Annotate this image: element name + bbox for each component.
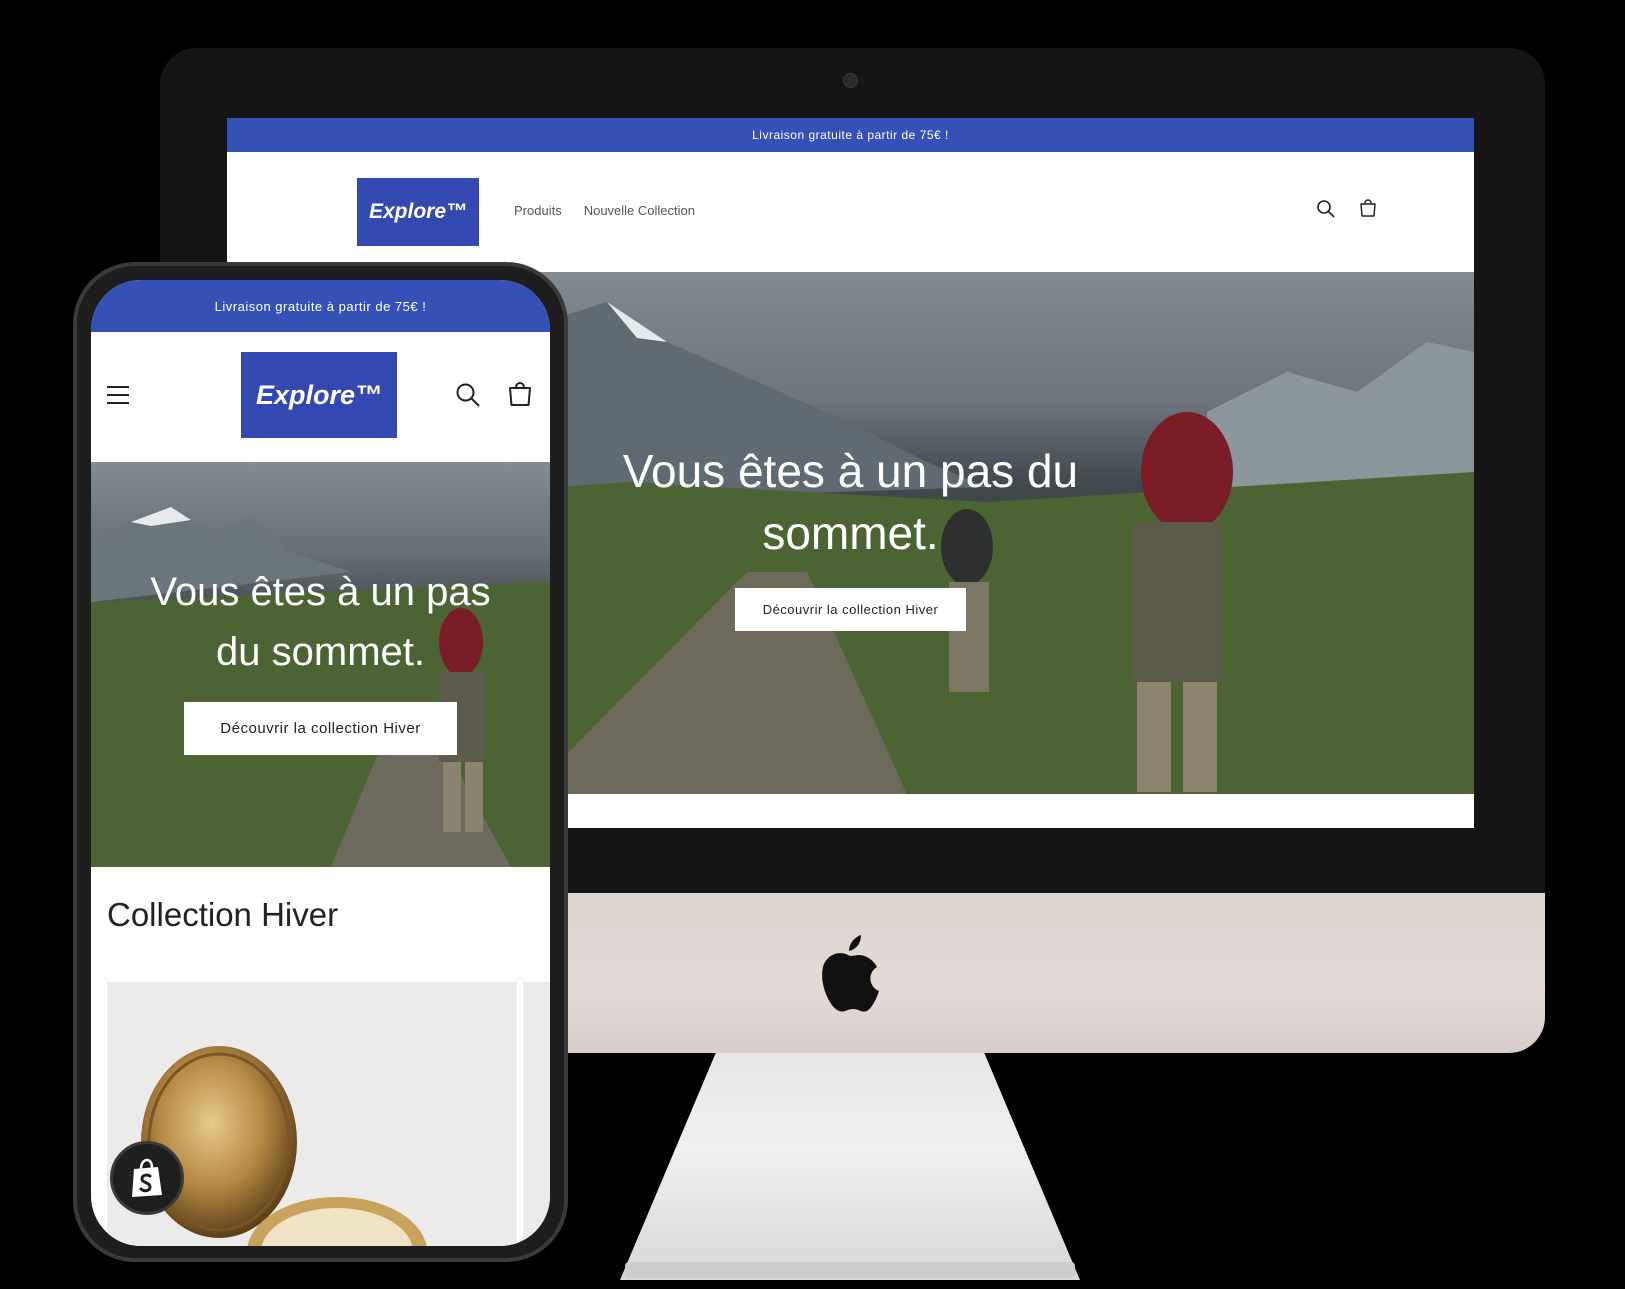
announcement-bar: Livraison gratuite à partir de 75€ !	[227, 118, 1474, 152]
menu-icon[interactable]	[105, 384, 131, 411]
device-mockup-scene: Livraison gratuite à partir de 75€ ! Exp…	[0, 0, 1625, 1289]
search-icon[interactable]	[455, 382, 481, 413]
main-nav: Produits Nouvelle Collection	[514, 203, 695, 218]
phone-device: Livraison gratuite à partir de 75€ ! Exp…	[73, 262, 568, 1262]
hero-title-line-2: sommet.	[762, 507, 939, 559]
apple-logo-icon	[822, 935, 879, 1012]
cart-icon[interactable]	[507, 382, 533, 413]
hero-cta-button[interactable]: Découvrir la collection Hiver	[734, 588, 967, 631]
shopify-logo-icon	[110, 1141, 184, 1215]
mobile-announcement-text: Livraison gratuite à partir de 75€ !	[214, 298, 427, 314]
cart-icon[interactable]	[1357, 198, 1379, 220]
mobile-hero-title: Vous êtes à un pas du sommet.	[91, 562, 550, 682]
mobile-announcement-bar: Livraison gratuite à partir de 75€ !	[91, 280, 550, 332]
mobile-hero-cta-button[interactable]: Découvrir la collection Hiver	[184, 702, 457, 755]
mobile-hero-title-line-2: du sommet.	[216, 630, 425, 674]
imac-stand-base	[625, 1262, 1075, 1278]
announcement-text: Livraison gratuite à partir de 75€ !	[752, 128, 949, 142]
mobile-storefront: Livraison gratuite à partir de 75€ ! Exp…	[91, 280, 550, 1246]
collection-title: Collection Hiver	[107, 896, 339, 933]
mobile-logo-text: Explore™	[255, 379, 383, 410]
camera-icon	[843, 73, 858, 88]
site-logo[interactable]: Explore™	[357, 178, 479, 246]
search-icon[interactable]	[1315, 198, 1337, 220]
mobile-hero-banner: Vous êtes à un pas du sommet. Découvrir …	[91, 462, 550, 867]
nav-item-nouvelle-collection[interactable]: Nouvelle Collection	[584, 203, 695, 218]
hero-title-line-1: Vous êtes à un pas du	[622, 445, 1079, 497]
mobile-hero-content: Vous êtes à un pas du sommet. Découvrir …	[91, 562, 550, 755]
mobile-hero-title-line-1: Vous êtes à un pas	[150, 570, 491, 614]
product-card-next[interactable]	[523, 982, 550, 1246]
imac-stand	[620, 1040, 1080, 1280]
nav-item-produits[interactable]: Produits	[514, 203, 562, 218]
logo-text: Explore™	[368, 200, 468, 223]
site-header: Explore™ Produits Nouvelle Collection	[227, 152, 1474, 272]
header-icons	[1315, 198, 1379, 220]
mobile-site-logo[interactable]: Explore™	[241, 352, 397, 438]
mobile-header: Explore™	[91, 332, 550, 462]
